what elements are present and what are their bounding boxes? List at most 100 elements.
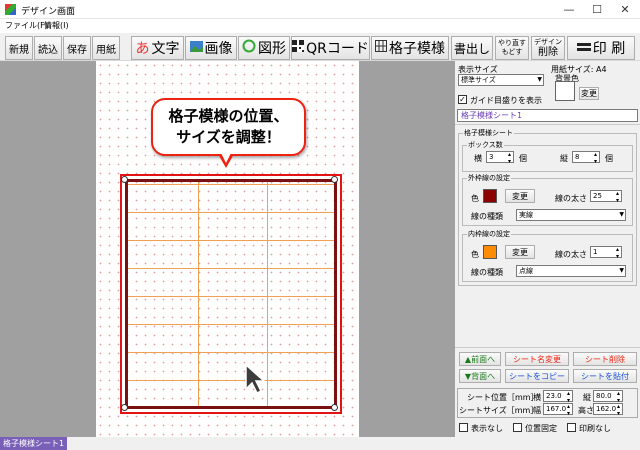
fix-position-checkbox[interactable]: [513, 423, 522, 432]
load-button[interactable]: 読込: [34, 36, 62, 60]
outer-width-label: 線の太さ: [555, 194, 587, 203]
outer-type-select[interactable]: 実線: [516, 209, 626, 221]
outer-color-change-button[interactable]: 変更: [505, 189, 535, 203]
grid-button[interactable]: 格子模様: [371, 36, 449, 60]
h-count-spinner[interactable]: 3: [486, 151, 514, 165]
inner-color-swatch[interactable]: [483, 245, 497, 259]
paste-sheet-button[interactable]: シートを貼付: [573, 369, 637, 383]
new-button[interactable]: 新規: [5, 36, 33, 60]
text-icon: あ: [135, 41, 150, 57]
outer-color-label: 色: [471, 194, 479, 203]
paper-button[interactable]: 用紙: [92, 36, 120, 60]
undo-label-undo: もどす: [501, 48, 523, 56]
delete-sheet-label: シート削除: [585, 354, 625, 364]
pos-x-spinner[interactable]: 23.0: [543, 390, 573, 404]
v-count-spinner[interactable]: 8: [572, 151, 600, 165]
inner-width-value: 1: [593, 248, 598, 256]
outer-width-spinner[interactable]: 25: [590, 190, 622, 204]
minimize-button[interactable]: —: [555, 0, 583, 19]
text-button[interactable]: あ 文字: [131, 36, 184, 60]
inner-type-select[interactable]: 点線: [516, 265, 626, 277]
hide-checkbox[interactable]: [459, 423, 468, 432]
image-icon: [189, 40, 203, 56]
print-button[interactable]: 印 刷: [567, 36, 635, 60]
inner-width-spinner[interactable]: 1: [590, 246, 622, 260]
status-bar: 格子模様シート1: [0, 437, 640, 450]
rename-sheet-button[interactable]: シート名変更: [505, 352, 569, 366]
bg-color-change-button[interactable]: 変更: [579, 87, 599, 100]
extract-label: 書出し: [453, 41, 490, 56]
menu-file[interactable]: ファイル(F): [5, 20, 48, 31]
text-label: 文字: [151, 41, 180, 57]
resize-handle-top-left[interactable]: [121, 176, 128, 183]
delete-design-button[interactable]: デザイン 削除: [531, 36, 565, 60]
extract-button[interactable]: 書出し: [451, 36, 493, 60]
shape-button[interactable]: 図形: [238, 36, 290, 60]
grid-sheet-group-label: 格子模様シート: [463, 128, 514, 138]
display-size-select[interactable]: 標準サイズ: [458, 74, 544, 86]
width-spinner[interactable]: 167.0: [543, 403, 573, 417]
pos-x-label: 横: [533, 393, 541, 402]
sheet-tab[interactable]: 格子模様シート1: [0, 437, 68, 450]
paper-label: 用紙: [96, 44, 116, 56]
print-icon: [576, 40, 591, 56]
inner-color-change-button[interactable]: 変更: [505, 245, 535, 259]
sheet-pos-label: シート位置［mm］: [467, 393, 539, 402]
height-label: 高さ: [578, 406, 594, 415]
guide-check-mark: ✓: [459, 95, 466, 104]
h-count-unit: 個: [519, 154, 527, 163]
inner-type-value: 点線: [519, 267, 533, 275]
hide-label: 表示なし: [471, 424, 503, 433]
close-button[interactable]: ✕: [611, 0, 639, 19]
grid-label: 格子模様: [389, 41, 445, 57]
no-print-checkbox[interactable]: [567, 423, 576, 432]
guide-checkbox[interactable]: ✓: [458, 95, 467, 104]
title-bar: デザイン画面 — ☐ ✕: [0, 0, 640, 19]
inner-change-label: 変更: [512, 247, 528, 257]
maximize-button[interactable]: ☐: [583, 0, 611, 19]
v-count-unit: 個: [605, 154, 613, 163]
display-size-value: 標準サイズ: [461, 76, 496, 84]
sheet-name-field[interactable]: 格子模様シート1: [457, 109, 638, 122]
separator-2: [455, 347, 640, 348]
image-label: 画像: [204, 41, 233, 57]
sheet-name-value: 格子模様シート1: [461, 111, 523, 120]
inner-type-label: 線の種類: [471, 268, 503, 277]
pos-x-value: 23.0: [546, 392, 562, 400]
delete-label-design: デザイン: [534, 38, 562, 46]
bg-color-swatch[interactable]: [555, 81, 575, 101]
grid-pattern[interactable]: [125, 179, 337, 409]
qr-button[interactable]: QRコード: [291, 36, 370, 60]
bring-front-button[interactable]: ▲前面へ: [459, 352, 501, 366]
inner-width-label: 線の太さ: [555, 250, 587, 259]
horizontal-label: 横: [474, 154, 482, 163]
pos-y-label: 縦: [583, 393, 591, 402]
send-back-button[interactable]: ▼背面へ: [459, 369, 501, 383]
menu-info[interactable]: 情報(I): [44, 20, 69, 31]
inner-line-label: 内枠線の設定: [467, 229, 511, 239]
h-count-value: 3: [489, 153, 494, 161]
resize-handle-top-right[interactable]: [331, 176, 338, 183]
resize-handle-bottom-left[interactable]: [121, 404, 128, 411]
undo-button[interactable]: やり直す もどす: [495, 36, 529, 60]
toolbar: 新規 読込 保存 用紙 あ 文字 画像 図形 QRコード 格子模様 書出し やり…: [0, 33, 640, 61]
copy-sheet-button[interactable]: シートをコピー: [505, 369, 569, 383]
properties-panel: 表示サイズ 標準サイズ 用紙サイズ: A4 背景色 変更 ✓ ガイド目盛りを表示…: [455, 61, 640, 437]
fix-position-label: 位置固定: [525, 424, 557, 433]
save-button[interactable]: 保存: [63, 36, 91, 60]
inner-color-label: 色: [471, 250, 479, 259]
pos-y-spinner[interactable]: 80.0: [593, 390, 623, 404]
image-button[interactable]: 画像: [185, 36, 237, 60]
pos-y-value: 80.0: [596, 392, 612, 400]
qr-icon: [292, 40, 305, 56]
outer-type-label: 線の種類: [471, 212, 503, 221]
outer-color-swatch[interactable]: [483, 189, 497, 203]
outer-width-value: 25: [593, 192, 602, 200]
delete-sheet-button[interactable]: シート削除: [573, 352, 637, 366]
rename-sheet-label: シート名変更: [513, 354, 561, 364]
resize-handle-bottom-right[interactable]: [331, 404, 338, 411]
sheet-size-label: シートサイズ［mm］: [459, 406, 539, 415]
height-spinner[interactable]: 162.0: [593, 403, 623, 417]
callout-tail-fill: [221, 153, 231, 163]
save-label: 保存: [67, 44, 87, 56]
